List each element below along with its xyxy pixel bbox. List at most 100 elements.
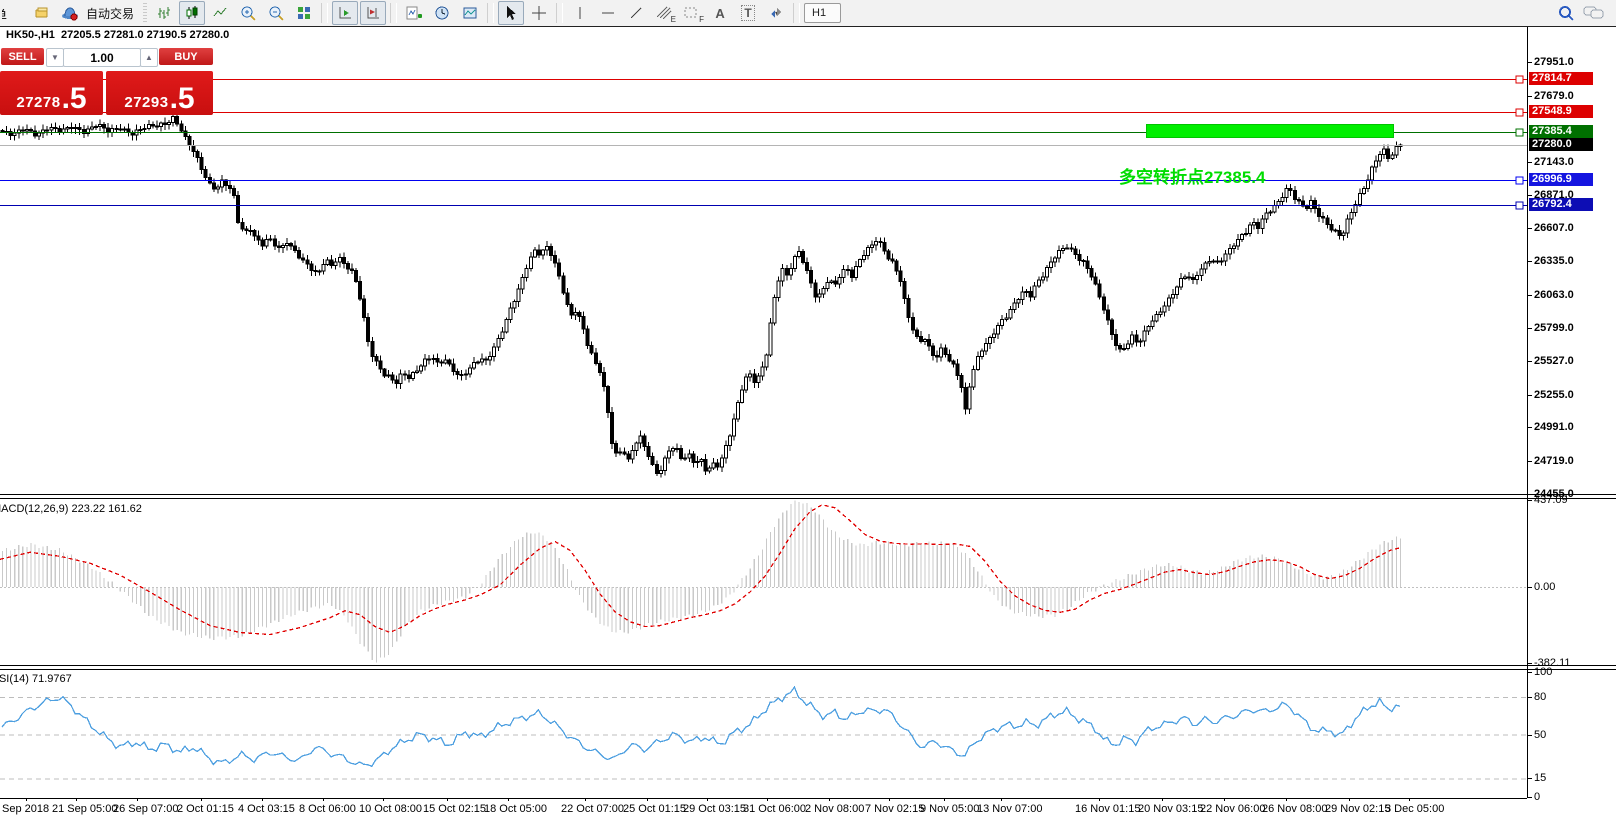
price-axis-tick [1527,62,1532,63]
add-indicator-icon[interactable]: ▾ [401,1,427,25]
volume-decrease-button[interactable]: ▼ [46,48,64,67]
rsi-axis-tick [1527,797,1532,798]
price-axis-tick [1527,228,1532,229]
rsi-axis-label: 0 [1534,791,1540,803]
price-tick-label: 24991.0 [1534,421,1574,433]
time-axis-tick [829,798,830,801]
fibonacci-tool-icon[interactable]: E [651,1,677,25]
arrows-tool-icon[interactable]: ▾ [763,1,789,25]
tile-windows-icon[interactable] [291,1,317,25]
price-tick-label: 27951.0 [1534,56,1574,68]
price-axis-tick [1527,328,1532,329]
chat-icon[interactable] [1581,1,1607,25]
rsi-indicator-chart [0,668,1527,798]
time-axis-label: 22 Nov 06:00 [1200,803,1265,815]
time-axis-label: 25 Oct 01:15 [623,803,686,815]
price-marker-label: 27814.7 [1529,72,1593,85]
time-axis-label: 21 Sep 05:00 [52,803,117,815]
search-icon[interactable] [1553,1,1579,25]
time-axis-label: 22 Oct 07:00 [561,803,624,815]
chart-annotation[interactable]: 多空转折点27385.4 [1119,163,1265,188]
vertical-line-tool-icon[interactable] [567,1,593,25]
price-tick-label: 26063.0 [1534,289,1574,301]
rsi-axis-label: 100 [1534,666,1552,678]
sell-button[interactable]: SELL [1,48,44,65]
price-marker-label: 26996.9 [1529,173,1593,186]
price-tick-label: 26335.0 [1534,255,1574,267]
buy-price-button[interactable]: 27293.5 [106,71,213,115]
panel-separator[interactable] [0,665,1616,670]
bar-chart-icon[interactable] [151,1,177,25]
time-axis-label: 31 Oct 06:00 [743,803,806,815]
rsi-axis-label: 80 [1534,691,1546,703]
rsi-line [2,687,1400,766]
new-order-icon[interactable]: 单 [1,3,27,23]
auto-trading-label: 自动交易 [86,5,134,22]
level-line-handle[interactable] [1516,202,1523,209]
zoom-in-icon[interactable] [235,1,261,25]
auto-trading-icon[interactable] [57,1,83,25]
trendline-tool-icon[interactable] [623,1,649,25]
time-axis-tick [447,798,448,801]
time-axis-label: 16 Nov 01:15 [1075,803,1140,815]
price-axis-tick [1527,395,1532,396]
toolbar-separator [793,3,800,23]
level-line-handle[interactable] [1516,177,1523,184]
level-line-handle[interactable] [1516,109,1523,116]
time-axis-label: 15 Oct 02:15 [423,803,486,815]
price-axis-tick [1527,162,1532,163]
candlestick-chart [0,27,1527,494]
price-marker-label: 27280.0 [1529,138,1593,151]
price-axis-tick [1527,295,1532,296]
volume-increase-button[interactable]: ▲ [140,48,158,67]
sell-price-button[interactable]: 27278.5 [0,71,103,115]
channel-tool-icon[interactable]: F [679,1,705,25]
time-axis-tick [201,798,202,801]
templates-icon[interactable]: ▾ [457,1,483,25]
crosshair-tool-icon[interactable] [526,1,552,25]
label-tool-icon[interactable]: T [735,1,761,25]
price-tick-label: 25255.0 [1534,389,1574,401]
time-axis-tick [1349,798,1350,801]
toolbar-grip [143,3,147,23]
panel-separator[interactable] [0,494,1616,499]
macd-label: MACD(12,26,9) 223.22 161.62 [0,503,142,515]
volume-input[interactable]: 1.00 [63,48,141,67]
level-line-handle[interactable] [1516,76,1523,83]
text-tool-icon[interactable]: A [707,1,733,25]
rsi-axis-tick [1527,778,1532,779]
horizontal-line-tool-icon[interactable] [595,1,621,25]
time-axis-tick [76,798,77,801]
highlight-rectangle[interactable] [1146,124,1394,138]
toolbar-separator [321,3,328,23]
buy-button[interactable]: BUY [159,48,213,65]
candlestick-chart-icon[interactable] [179,1,205,25]
time-axis-tick [323,798,324,801]
time-axis-label: 29 Nov 02:15 [1325,803,1390,815]
toolbar-separator [556,3,563,23]
market-watch-icon[interactable] [29,1,55,25]
time-axis-label: 2 Nov 08:00 [805,803,864,815]
timeframe-button-h1[interactable]: H1 [804,3,841,23]
cursor-tool-icon[interactable] [498,1,524,25]
price-axis-tick [1527,427,1532,428]
chart-shift-icon[interactable] [360,1,386,25]
time-axis-label: 8 Oct 06:00 [299,803,356,815]
time-axis-label: 4 Oct 03:15 [238,803,295,815]
mt4-terminal: 单 自动交易 [0,0,1616,816]
periods-clock-icon[interactable]: ▾ [429,1,455,25]
time-axis-label: 18 Oct 05:00 [484,803,547,815]
auto-scroll-icon[interactable] [332,1,358,25]
time-axis-label: 7 Nov 02:15 [865,803,924,815]
zoom-out-icon[interactable] [263,1,289,25]
price-tick-label: 25527.0 [1534,355,1574,367]
price-tick-label: 24719.0 [1534,455,1574,467]
macd-histogram [3,500,1401,662]
macd-axis-label: 0.00 [1534,581,1555,593]
main-toolbar: 单 自动交易 [0,0,1616,27]
line-chart-icon[interactable] [207,1,233,25]
level-line-handle[interactable] [1516,129,1523,136]
time-axis-tick [1224,798,1225,801]
time-axis-label: 13 Nov 07:00 [977,803,1042,815]
time-axis-tick [889,798,890,801]
